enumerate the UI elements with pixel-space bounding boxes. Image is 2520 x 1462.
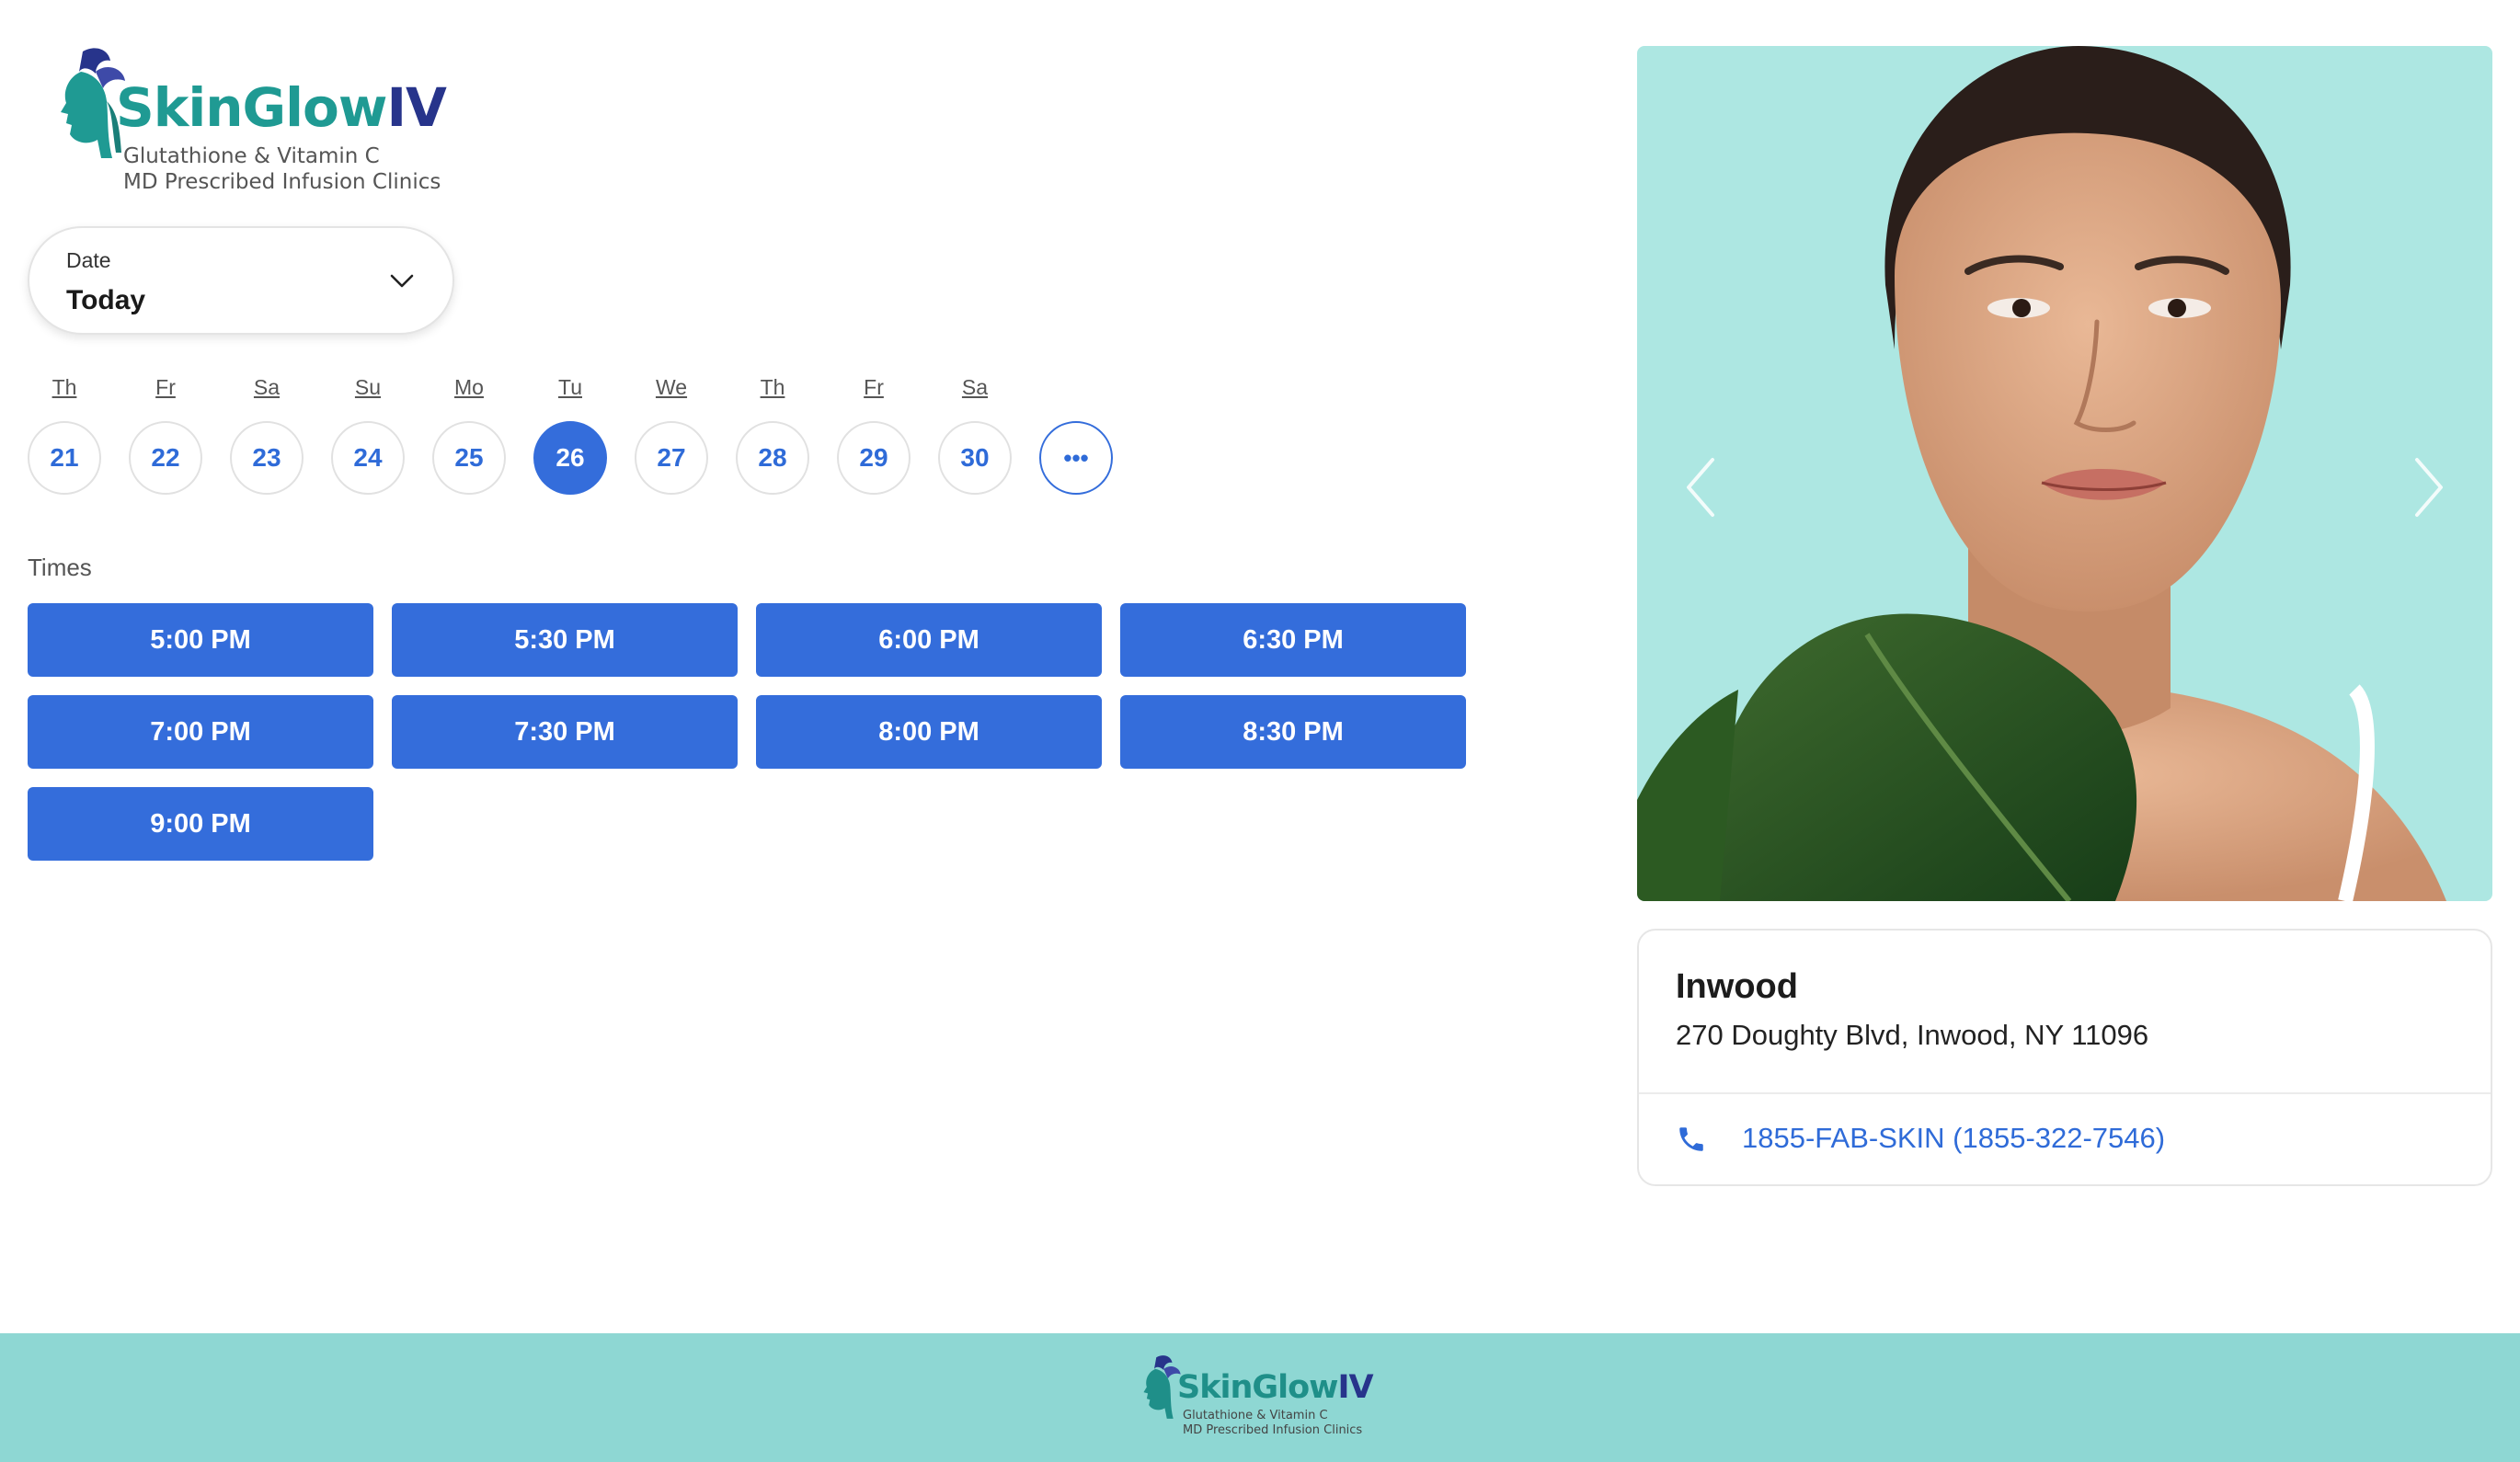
day-item[interactable]: Sa 23 <box>230 371 304 495</box>
phone-icon <box>1679 1127 1703 1151</box>
booking-page: SkinGlowIV Glutathione & Vitamin C MD Pr… <box>0 0 2520 1462</box>
day-number-button[interactable]: 28 <box>736 421 809 495</box>
day-number-button[interactable]: 30 <box>938 421 1012 495</box>
day-number-button[interactable]: 22 <box>129 421 202 495</box>
model-portrait-image <box>1637 46 2446 901</box>
logo-wordmark: SkinGlowIV <box>116 81 447 134</box>
day-name: Sa <box>961 375 989 399</box>
footer-tagline-line2: MD Prescribed Infusion Clinics <box>1183 1423 1363 1437</box>
location-photo-carousel <box>1637 46 2492 901</box>
day-name: Sa <box>253 375 281 399</box>
day-item[interactable]: Th 28 <box>736 371 809 495</box>
day-name: We <box>655 375 688 399</box>
day-number-button[interactable]: 26 <box>533 421 607 495</box>
logo-tagline-line1: Glutathione & Vitamin C <box>123 144 380 168</box>
day-name: Th <box>760 375 785 399</box>
day-number-button[interactable]: 24 <box>331 421 405 495</box>
footer-logo-wordmark: SkinGlowIV <box>1177 1369 1374 1406</box>
day-item[interactable]: We 27 <box>635 371 708 495</box>
location-card: Inwood 270 Doughty Blvd, Inwood, NY 1109… <box>1637 929 2492 1186</box>
day-name: Th <box>52 375 77 399</box>
day-name: Tu <box>558 375 582 399</box>
time-slot-button[interactable]: 8:00 PM <box>756 695 1102 769</box>
day-number-button[interactable]: 25 <box>432 421 506 495</box>
logo-tagline: Glutathione & Vitamin C MD Prescribed In… <box>123 143 441 195</box>
location-name: Inwood <box>1676 967 1798 1006</box>
day-name: Mo <box>454 375 484 399</box>
chevron-down-icon <box>390 274 414 288</box>
day-item[interactable]: Sa 30 <box>938 371 1012 495</box>
day-item[interactable]: Mo 25 <box>432 371 506 495</box>
footer-logo[interactable]: SkinGlowIV Glutathione & Vitamin C MD Pr… <box>1140 1352 1398 1453</box>
day-number-button[interactable]: 27 <box>635 421 708 495</box>
time-slot-button[interactable]: 5:00 PM <box>28 603 373 677</box>
logo-wordmark-iv: IV <box>386 76 446 139</box>
time-slot-button[interactable]: 7:00 PM <box>28 695 373 769</box>
date-dropdown[interactable]: Date Today <box>28 226 454 335</box>
day-item[interactable]: Fr 29 <box>837 371 911 495</box>
chevron-right-icon[interactable] <box>2400 451 2456 524</box>
day-item[interactable]: Fr 22 <box>129 371 202 495</box>
location-address: 270 Doughty Blvd, Inwood, NY 11096 <box>1676 1019 2149 1051</box>
day-number-button[interactable]: 21 <box>28 421 101 495</box>
time-slot-button[interactable]: 6:30 PM <box>1120 603 1466 677</box>
location-card-divider <box>1639 1092 2491 1094</box>
footer-logo-wordmark-skinglow: SkinGlow <box>1177 1369 1339 1406</box>
brand-logo[interactable]: SkinGlowIV Glutathione & Vitamin C MD Pr… <box>55 44 478 200</box>
time-slot-button[interactable]: 6:00 PM <box>756 603 1102 677</box>
times-label: Times <box>28 554 92 581</box>
footer-tagline-line1: Glutathione & Vitamin C <box>1183 1409 1328 1422</box>
date-dropdown-value: Today <box>66 285 146 315</box>
time-slot-button[interactable]: 8:30 PM <box>1120 695 1466 769</box>
footer-logo-wordmark-iv: IV <box>1337 1369 1374 1406</box>
day-item[interactable]: Su 24 <box>331 371 405 495</box>
chevron-left-icon[interactable] <box>1674 451 1729 524</box>
logo-tagline-line2: MD Prescribed Infusion Clinics <box>123 170 441 194</box>
time-slot-grid: 5:00 PM 5:30 PM 6:00 PM 6:30 PM 7:00 PM … <box>28 603 1466 861</box>
logo-wordmark-skinglow: SkinGlow <box>116 76 387 139</box>
time-slot-button[interactable]: 5:30 PM <box>392 603 738 677</box>
day-number-button[interactable]: 29 <box>837 421 911 495</box>
date-dropdown-label: Date <box>66 248 111 272</box>
day-name: Fr <box>864 375 884 399</box>
day-name: Fr <box>155 375 176 399</box>
day-item[interactable]: Tu 26 <box>533 371 607 495</box>
footer-logo-tagline: Glutathione & Vitamin C MD Prescribed In… <box>1183 1409 1362 1438</box>
day-name: Su <box>354 375 382 399</box>
phone-link[interactable]: 1855-FAB-SKIN (1855-322-7546) <box>1742 1122 2165 1155</box>
more-dates-button[interactable]: ••• <box>1039 421 1113 495</box>
time-slot-button[interactable]: 7:30 PM <box>392 695 738 769</box>
day-item[interactable]: Th 21 <box>28 371 101 495</box>
footer: SkinGlowIV Glutathione & Vitamin C MD Pr… <box>0 1333 2520 1462</box>
time-slot-button[interactable]: 9:00 PM <box>28 787 373 861</box>
day-number-button[interactable]: 23 <box>230 421 304 495</box>
